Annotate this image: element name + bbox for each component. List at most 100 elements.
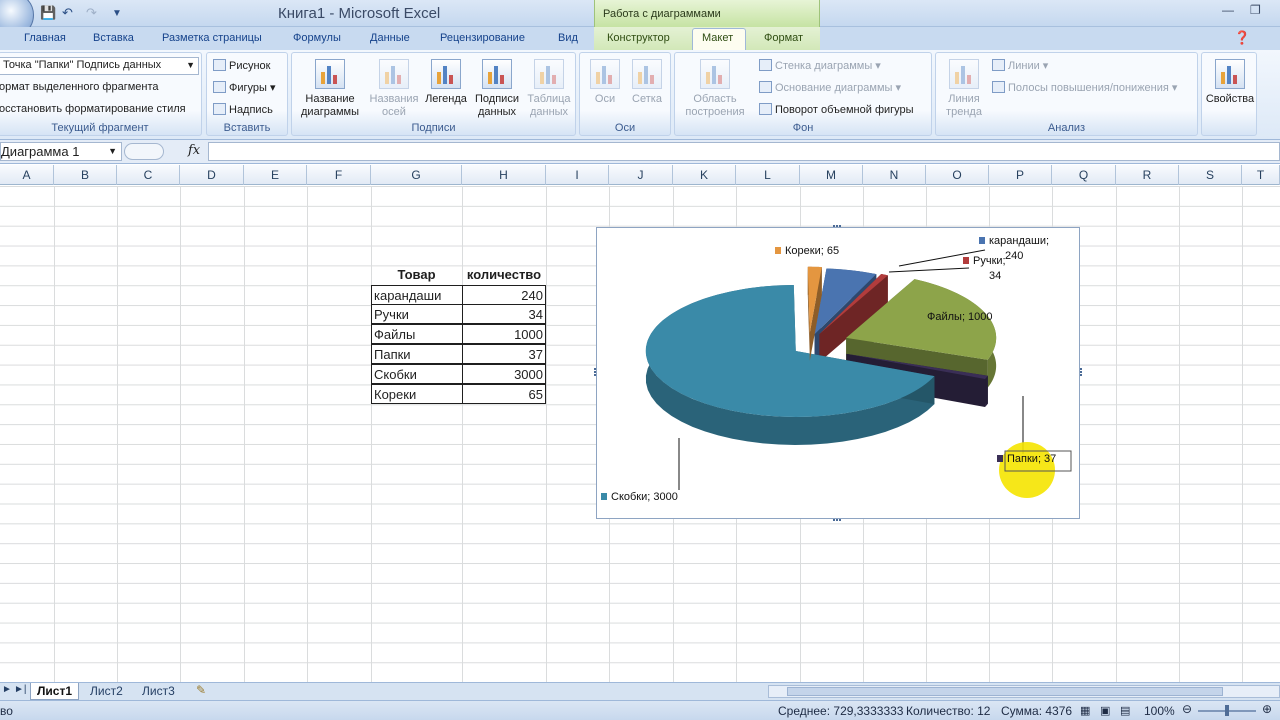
lines-button[interactable]: Линии ▾ bbox=[992, 59, 1048, 72]
sheet-tab[interactable]: Лист3 bbox=[136, 683, 181, 700]
table-header-product[interactable]: Товар bbox=[371, 265, 462, 285]
data-label-value[interactable]: 240 bbox=[1005, 250, 1023, 262]
zoom-out-icon[interactable]: ⊖ bbox=[1182, 702, 1192, 716]
save-icon[interactable]: 💾 bbox=[40, 5, 56, 21]
insert-textbox-button[interactable]: Надпись bbox=[213, 103, 273, 116]
page-break-view-icon[interactable]: ▤ bbox=[1120, 704, 1130, 717]
formula-input[interactable] bbox=[208, 142, 1280, 161]
column-header-cell[interactable]: N bbox=[863, 165, 926, 185]
table-cell-product[interactable]: Скобки bbox=[371, 364, 463, 384]
plot-area-button[interactable]: Область построения bbox=[677, 59, 753, 119]
tab-page-layout[interactable]: Разметка страницы bbox=[162, 32, 262, 44]
axis-titles-button[interactable]: Названия осей bbox=[366, 59, 422, 119]
column-header-cell[interactable]: L bbox=[736, 165, 800, 185]
gridlines-button[interactable]: Сетка bbox=[626, 59, 668, 106]
table-header-quantity[interactable]: количество bbox=[462, 265, 546, 285]
tab-insert[interactable]: Вставка bbox=[93, 32, 134, 44]
reset-style-button[interactable]: осстановить форматирование стиля bbox=[0, 103, 186, 115]
page-layout-view-icon[interactable]: ▣ bbox=[1100, 704, 1110, 717]
axes-button[interactable]: Оси bbox=[584, 59, 626, 106]
legend-button[interactable]: Легенда bbox=[422, 59, 470, 106]
column-header-cell[interactable]: A bbox=[0, 165, 54, 185]
table-cell-product[interactable]: Ручки bbox=[371, 304, 463, 324]
table-cell-quantity[interactable]: 3000 bbox=[462, 364, 546, 384]
scrollbar-thumb[interactable] bbox=[787, 687, 1223, 696]
data-label-value[interactable]: 34 bbox=[989, 270, 1001, 282]
table-cell-product[interactable]: Файлы bbox=[371, 324, 463, 344]
table-cell-product[interactable]: карандаши bbox=[371, 285, 463, 305]
data-label[interactable]: Скобки; 3000 bbox=[611, 491, 678, 503]
column-header-cell[interactable]: P bbox=[989, 165, 1052, 185]
chart-floor-button[interactable]: Основание диаграммы ▾ bbox=[759, 81, 901, 94]
quick-access-customize-icon[interactable]: ▼ bbox=[112, 8, 122, 19]
column-header-cell[interactable]: H bbox=[462, 165, 546, 185]
tab-design[interactable]: Конструктор bbox=[607, 32, 670, 44]
sheet-nav-last-icon[interactable]: ►| bbox=[14, 684, 27, 695]
column-header-cell[interactable]: T bbox=[1242, 165, 1280, 185]
minimize-icon[interactable]: — bbox=[1222, 3, 1234, 17]
maximize-icon[interactable]: ❐ bbox=[1250, 3, 1261, 17]
column-header-cell[interactable]: Q bbox=[1052, 165, 1116, 185]
zoom-slider-thumb[interactable] bbox=[1225, 705, 1229, 716]
column-header-cell[interactable]: F bbox=[307, 165, 371, 185]
format-selection-button[interactable]: ормат выделенного фрагмента bbox=[0, 81, 159, 93]
table-cell-quantity[interactable]: 240 bbox=[462, 285, 546, 305]
pie-chart[interactable]: карандаши; 240 Ручки; 34 Файлы; 1000 Папки; 3… bbox=[594, 225, 1082, 521]
table-cell-quantity[interactable]: 1000 bbox=[462, 324, 546, 344]
tab-review[interactable]: Рецензирование bbox=[440, 32, 525, 44]
column-header-cell[interactable]: O bbox=[926, 165, 989, 185]
table-cell-quantity[interactable]: 65 bbox=[462, 384, 546, 404]
undo-icon[interactable]: ↶ bbox=[62, 5, 73, 21]
data-label[interactable]: Файлы; 1000 bbox=[927, 311, 993, 323]
resize-handle[interactable] bbox=[594, 368, 598, 376]
data-table-button[interactable]: Таблица данных bbox=[522, 59, 576, 119]
sheet-tab[interactable]: Лист1 bbox=[30, 683, 80, 700]
data-labels-button[interactable]: Подписи данных bbox=[470, 59, 524, 119]
table-cell-product[interactable]: Кореки bbox=[371, 384, 463, 404]
resize-handle[interactable] bbox=[1078, 368, 1082, 376]
table-cell-quantity[interactable]: 34 bbox=[462, 304, 546, 324]
table-cell-product[interactable]: Папки bbox=[371, 344, 463, 364]
column-header-cell[interactable]: J bbox=[609, 165, 673, 185]
chart-wall-button[interactable]: Стенка диаграммы ▾ bbox=[759, 59, 881, 72]
tab-view[interactable]: Вид bbox=[558, 32, 578, 44]
tab-format[interactable]: Формат bbox=[764, 32, 803, 44]
insert-shapes-button[interactable]: Фигуры ▾ bbox=[213, 81, 276, 94]
column-header-cell[interactable]: B bbox=[54, 165, 117, 185]
tab-data[interactable]: Данные bbox=[370, 32, 410, 44]
data-label[interactable]: Папки; 37 bbox=[1007, 453, 1056, 465]
column-header-cell[interactable]: M bbox=[800, 165, 863, 185]
table-cell-quantity[interactable]: 37 bbox=[462, 344, 546, 364]
insert-function-button[interactable]: fx bbox=[188, 143, 200, 158]
updown-bars-button[interactable]: Полосы повышения/понижения ▾ bbox=[992, 81, 1177, 94]
chart-title-button[interactable]: Название диаграммы bbox=[296, 59, 364, 119]
zoom-in-icon[interactable]: ⊕ bbox=[1262, 702, 1272, 716]
resize-handle[interactable] bbox=[833, 225, 841, 229]
properties-button[interactable]: Свойства bbox=[1204, 59, 1256, 106]
column-header-cell[interactable]: C bbox=[117, 165, 180, 185]
resize-handle[interactable] bbox=[833, 517, 841, 521]
zoom-level[interactable]: 100% bbox=[1144, 704, 1175, 718]
column-header-cell[interactable]: R bbox=[1116, 165, 1179, 185]
sheet-nav-prev-icon[interactable]: ► bbox=[2, 684, 12, 695]
column-header-cell[interactable]: S bbox=[1179, 165, 1242, 185]
tab-formulas[interactable]: Формулы bbox=[293, 32, 341, 44]
name-box[interactable]: Диаграмма 1 ▼ bbox=[0, 142, 122, 161]
data-label[interactable]: Ручки; bbox=[973, 255, 1006, 267]
column-header-cell[interactable]: I bbox=[546, 165, 609, 185]
column-header-cell[interactable]: K bbox=[673, 165, 736, 185]
chart-elements-select[interactable]: Точка "Папки" Подпись данных ▼ bbox=[0, 57, 199, 75]
data-label[interactable]: Кореки; 65 bbox=[785, 245, 839, 257]
help-icon[interactable]: ❓ bbox=[1234, 30, 1250, 46]
horizontal-scrollbar[interactable] bbox=[768, 685, 1280, 698]
trendline-button[interactable]: Линия тренда bbox=[938, 59, 990, 119]
sheet-tab[interactable]: Лист2 bbox=[84, 683, 129, 700]
insert-picture-button[interactable]: Рисунок bbox=[213, 59, 271, 72]
tab-layout[interactable]: Макет bbox=[702, 32, 733, 44]
redo-icon[interactable]: ↷ bbox=[86, 5, 97, 21]
normal-view-icon[interactable]: ▦ bbox=[1080, 704, 1090, 717]
column-header-cell[interactable]: G bbox=[371, 165, 462, 185]
insert-sheet-icon[interactable]: ✎ bbox=[196, 683, 206, 697]
column-header-cell[interactable]: D bbox=[180, 165, 244, 185]
tab-home[interactable]: Главная bbox=[24, 32, 66, 44]
